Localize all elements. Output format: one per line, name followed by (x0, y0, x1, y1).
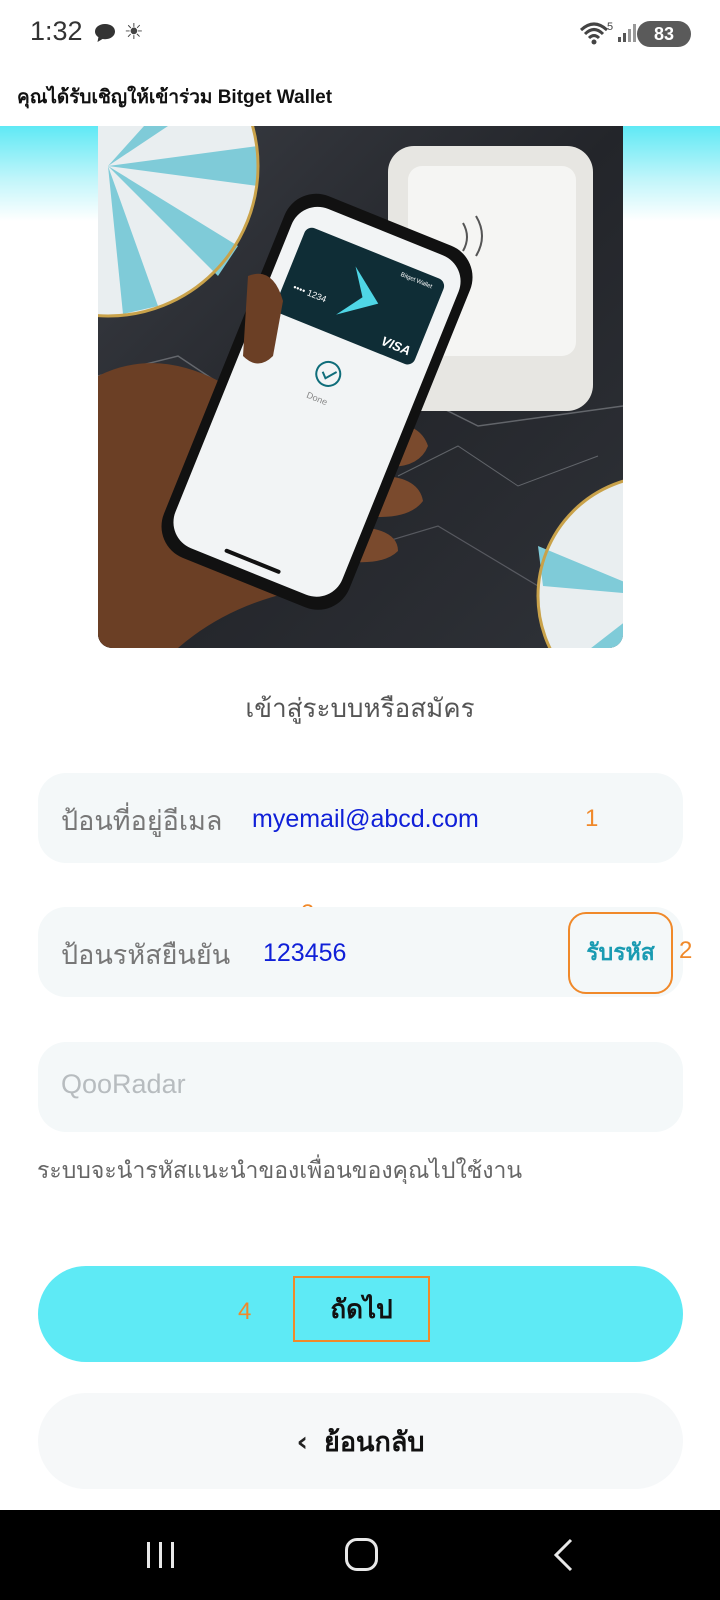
email-field-label: ป้อนที่อยู่อีเมล (61, 806, 223, 837)
referral-code-field[interactable]: QooRadar (38, 1042, 683, 1132)
hero-image: •••• 1234 VISA Bitget Wallet Done (98, 126, 623, 648)
wifi-badge: 5 (607, 21, 613, 33)
login-heading: เข้าสู่ระบบหรือสมัคร (245, 694, 475, 724)
back-button[interactable]: ‹ ย้อนกลับ (38, 1393, 683, 1489)
step-annotation-4: 4 (238, 1298, 252, 1325)
battery-icon: 83 (637, 21, 691, 47)
referral-helper-text: ระบบจะนำรหัสแนะนำของเพื่อนของคุณไปใช้งาน (37, 1158, 523, 1184)
back-button-label: ย้อนกลับ (324, 1426, 425, 1458)
page-title: คุณได้รับเชิญให้เข้าร่วม Bitget Wallet (17, 87, 333, 108)
chevron-left-icon: ‹ (296, 1424, 308, 1458)
system-nav-bar (0, 1510, 720, 1600)
brightness-icon: ☀ (124, 20, 144, 45)
wifi-icon: 5 (578, 20, 614, 52)
signal-icon (617, 22, 639, 48)
status-bar: 1:32 ☀ 5 83 (0, 0, 720, 70)
chat-bubble-icon (93, 22, 117, 48)
step-annotation-1: 1 (585, 805, 599, 832)
email-field[interactable]: ป้อนที่อยู่อีเมล myemail@abcd.com 1 (38, 773, 683, 863)
referral-code-placeholder: QooRadar (61, 1069, 186, 1099)
verification-code-value[interactable]: 123456 (263, 939, 346, 968)
next-button[interactable]: 4 ถัดไป (38, 1266, 683, 1362)
email-field-value[interactable]: myemail@abcd.com (252, 805, 479, 834)
step-annotation-2: 2 (679, 937, 693, 964)
back-nav-icon[interactable] (552, 1538, 574, 1576)
verification-code-label: ป้อนรหัสยืนยัน (61, 940, 231, 971)
recent-apps-icon[interactable] (145, 1540, 177, 1574)
next-button-label: ถัดไป (293, 1276, 430, 1342)
status-time: 1:32 (30, 16, 83, 46)
home-icon[interactable] (345, 1538, 378, 1571)
get-code-button[interactable]: รับรหัส (568, 912, 673, 994)
